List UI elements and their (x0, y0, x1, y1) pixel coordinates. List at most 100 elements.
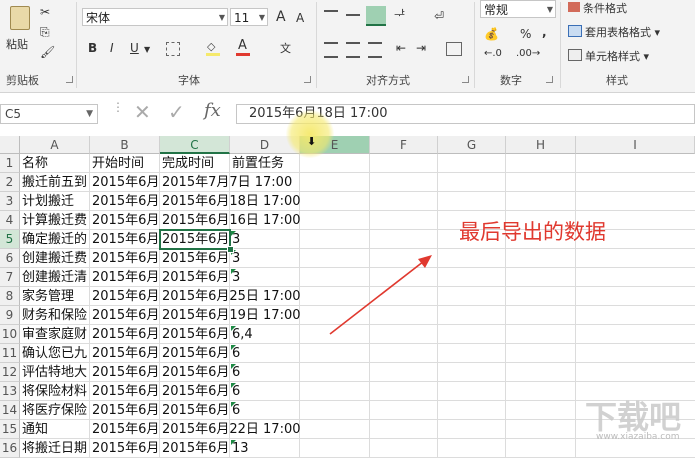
font-size-combo[interactable]: 11 ▼ (230, 8, 268, 26)
row-header[interactable]: 6 (0, 249, 20, 268)
row-header[interactable]: 5 (0, 230, 20, 249)
cell-b11[interactable]: 2015年6月 (90, 344, 160, 363)
column-header-b[interactable]: B (90, 136, 160, 154)
select-all-corner[interactable] (0, 136, 20, 154)
align-middle-icon[interactable] (346, 14, 360, 16)
number-launcher-icon[interactable] (546, 76, 553, 83)
row-header[interactable]: 13 (0, 382, 20, 401)
row-header[interactable]: 3 (0, 192, 20, 211)
cell-c3[interactable]: 2015年6月18日 17:00 (160, 192, 301, 211)
cell-d1[interactable]: 前置任务 (230, 154, 300, 173)
align-left-icon[interactable] (324, 42, 338, 58)
cell-c11[interactable]: 2015年6月 (160, 344, 230, 363)
conditional-format-button[interactable]: 条件格式 (568, 0, 627, 16)
merge-center-icon[interactable] (446, 42, 462, 56)
cell-d12[interactable]: 6 (230, 363, 300, 382)
cell-b1[interactable]: 开始时间 (90, 154, 160, 173)
cell-c9[interactable]: 2015年6月19日 17:00 (160, 306, 301, 325)
row-header[interactable]: 16 (0, 439, 20, 458)
column-header-a[interactable]: A (20, 136, 90, 154)
row-header[interactable]: 14 (0, 401, 20, 420)
align-right-icon[interactable] (368, 42, 382, 58)
row-header[interactable]: 8 (0, 287, 20, 306)
column-header-f[interactable]: F (370, 136, 438, 154)
cell-a14[interactable]: 将医疗保险 (20, 401, 90, 420)
align-center-icon[interactable] (346, 42, 360, 58)
row-header[interactable]: 12 (0, 363, 20, 382)
cell-d5[interactable]: 3 (230, 230, 300, 249)
cell-a11[interactable]: 确认您已九 (20, 344, 90, 363)
column-header-i[interactable]: I (576, 136, 695, 154)
font-color-icon[interactable]: A (236, 38, 250, 56)
phonetic-button[interactable]: 文 (280, 40, 291, 56)
cell-d10[interactable]: 6,4 (230, 325, 300, 344)
row-header[interactable]: 11 (0, 344, 20, 363)
underline-button[interactable]: U (130, 40, 139, 56)
cell-b15[interactable]: 2015年6月 (90, 420, 160, 439)
cell-d14[interactable]: 6 (230, 401, 300, 420)
cell-a3[interactable]: 计划搬迁 (20, 192, 90, 211)
cell-b10[interactable]: 2015年6月 (90, 325, 160, 344)
cell-c7[interactable]: 2015年6月 (160, 268, 230, 287)
cell-c12[interactable]: 2015年6月 (160, 363, 230, 382)
cell-c14[interactable]: 2015年6月 (160, 401, 230, 420)
align-top-icon[interactable] (324, 10, 338, 22)
grow-font-button[interactable]: A (276, 9, 286, 25)
cell-d13[interactable]: 6 (230, 382, 300, 401)
alignment-launcher-icon[interactable] (462, 76, 469, 83)
wrap-text-icon[interactable]: ⏎ (434, 8, 444, 24)
cell-c16[interactable]: 2015年6月 (160, 439, 230, 458)
cell-style-button[interactable]: 单元格样式 ▾ (568, 48, 649, 64)
row-header[interactable]: 7 (0, 268, 20, 287)
cell-c8[interactable]: 2015年6月25日 17:00 (160, 287, 301, 306)
cell-b13[interactable]: 2015年6月 (90, 382, 160, 401)
cell-b6[interactable]: 2015年6月 (90, 249, 160, 268)
column-header-c[interactable]: C (160, 136, 230, 154)
cell-a9[interactable]: 财务和保险 (20, 306, 90, 325)
cell-c4[interactable]: 2015年6月16日 17:00 (160, 211, 301, 230)
shrink-font-button[interactable]: A (296, 10, 304, 26)
cell-c6[interactable]: 2015年6月 (160, 249, 230, 268)
fill-color-icon[interactable]: ◇ (206, 40, 220, 56)
cell-c15[interactable]: 2015年6月22日 17:00 (160, 420, 301, 439)
insert-function-icon[interactable]: fx (204, 100, 221, 121)
cell-c10[interactable]: 2015年6月 (160, 325, 230, 344)
confirm-entry-icon[interactable]: ✓ (168, 100, 185, 124)
name-box[interactable]: C5 ▼ (0, 104, 98, 124)
cell-b4[interactable]: 2015年6月 (90, 211, 160, 230)
comma-button[interactable]: , (542, 24, 547, 40)
cell-b5[interactable]: 2015年6月 (90, 230, 160, 249)
cell-b12[interactable]: 2015年6月 (90, 363, 160, 382)
cell-d6[interactable]: 3 (230, 249, 300, 268)
cell-a7[interactable]: 创建搬迁清 (20, 268, 90, 287)
row-header[interactable]: 2 (0, 173, 20, 192)
row-header[interactable]: 1 (0, 154, 20, 173)
indent-icon[interactable]: ⇤ (396, 40, 406, 56)
cut-icon[interactable]: ✂ (40, 4, 50, 20)
cell-a1[interactable]: 名称 (20, 154, 90, 173)
cell-b7[interactable]: 2015年6月 (90, 268, 160, 287)
cell-a2[interactable]: 搬迁前五到 (20, 173, 90, 192)
fill-handle[interactable] (227, 246, 234, 253)
accounting-format-icon[interactable]: 💰 (484, 26, 499, 42)
cell-a16[interactable]: 将搬迁日期 (20, 439, 90, 458)
cell-a13[interactable]: 将保险材料 (20, 382, 90, 401)
table-format-button[interactable]: 套用表格格式 ▾ (568, 24, 660, 40)
cell-c13[interactable]: 2015年6月 (160, 382, 230, 401)
font-launcher-icon[interactable] (304, 76, 311, 83)
cell-b2[interactable]: 2015年6月 (90, 173, 160, 192)
cell-a4[interactable]: 计算搬迁费 (20, 211, 90, 230)
cell-c1[interactable]: 完成时间 (160, 154, 230, 173)
cell-c2[interactable]: 2015年7月7日 17:00 (160, 173, 292, 192)
italic-button[interactable]: I (110, 40, 114, 56)
bold-button[interactable]: B (88, 40, 97, 56)
cell-d11[interactable]: 6 (230, 344, 300, 363)
align-bottom-icon[interactable] (366, 6, 386, 26)
row-header[interactable]: 9 (0, 306, 20, 325)
column-header-g[interactable]: G (438, 136, 506, 154)
format-painter-icon[interactable]: 🖌 (40, 44, 55, 60)
cell-a6[interactable]: 创建搬迁费 (20, 249, 90, 268)
orientation-icon[interactable]: ᅷ (394, 7, 405, 23)
row-header[interactable]: 10 (0, 325, 20, 344)
cell-a12[interactable]: 评估特地大 (20, 363, 90, 382)
